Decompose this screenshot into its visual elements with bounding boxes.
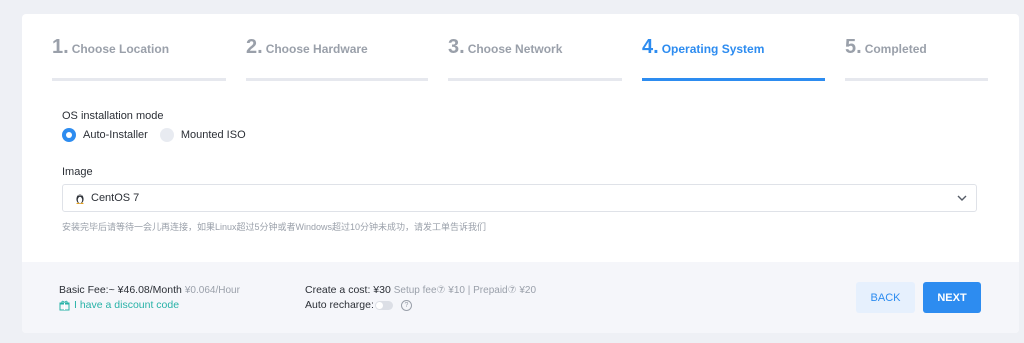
auto-recharge-toggle[interactable] bbox=[374, 300, 393, 310]
image-select-value: CentOS 7 bbox=[91, 192, 140, 204]
auto-recharge: Auto recharge: ? bbox=[305, 299, 412, 311]
step-label: Operating System bbox=[661, 42, 765, 56]
auto-recharge-label: Auto recharge: bbox=[305, 299, 374, 311]
step-operating-system[interactable]: 4. Operating System bbox=[642, 36, 825, 82]
step-bar bbox=[246, 78, 428, 81]
step-label: Completed bbox=[864, 42, 927, 56]
step-choose-hardware[interactable]: 2. Choose Hardware bbox=[246, 36, 428, 82]
step-completed[interactable]: 5. Completed bbox=[845, 36, 988, 82]
step-bar bbox=[448, 78, 622, 81]
step-number: 1. bbox=[52, 36, 69, 58]
footer-bar: Basic Fee:~ ¥46.08/Month ¥0.064/Hour I ha… bbox=[22, 262, 1019, 333]
step-bar bbox=[52, 78, 226, 81]
radio-mounted-iso-label[interactable]: Mounted ISO bbox=[181, 129, 246, 141]
step-indicator: 1. Choose Location 2. Choose Hardware 3. Ch… bbox=[52, 36, 988, 82]
step-number: 4. bbox=[642, 36, 659, 58]
step-number: 3. bbox=[448, 36, 465, 58]
step-label: Choose Network bbox=[467, 42, 563, 56]
image-select[interactable]: CentOS 7 bbox=[62, 184, 977, 212]
step-choose-location[interactable]: 1. Choose Location bbox=[52, 36, 226, 82]
discount-code-text[interactable]: I have a discount code bbox=[74, 299, 179, 311]
discount-code-link[interactable]: I have a discount code bbox=[59, 299, 179, 311]
step-label: Choose Location bbox=[71, 42, 170, 56]
radio-auto-installer[interactable] bbox=[62, 128, 76, 142]
step-number: 2. bbox=[246, 36, 263, 58]
basic-fee-hourly: ¥0.064/Hour bbox=[184, 285, 240, 296]
radio-auto-installer-label[interactable]: Auto-Installer bbox=[83, 129, 148, 141]
step-label: Choose Hardware bbox=[265, 42, 368, 56]
image-label: Image bbox=[62, 166, 93, 178]
help-icon[interactable]: ? bbox=[400, 299, 412, 311]
back-button[interactable]: BACK bbox=[856, 282, 915, 313]
gift-icon bbox=[59, 300, 70, 310]
create-cost: Create a cost: ¥30 Setup fee⑦ ¥10 | Prep… bbox=[305, 284, 536, 296]
create-cost-detail: Setup fee⑦ ¥10 | Prepaid⑦ ¥20 bbox=[393, 285, 537, 296]
os-mode-label: OS installation mode bbox=[62, 110, 164, 122]
tux-icon bbox=[76, 194, 84, 204]
basic-fee: Basic Fee:~ ¥46.08/Month ¥0.064/Hour bbox=[59, 284, 240, 296]
step-bar bbox=[845, 78, 988, 81]
step-choose-network[interactable]: 3. Choose Network bbox=[448, 36, 622, 82]
radio-mounted-iso[interactable] bbox=[159, 128, 174, 142]
os-mode-radio-group: Auto-Installer Mounted ISO bbox=[62, 127, 258, 143]
basic-fee-monthly: Basic Fee:~ ¥46.08/Month bbox=[59, 284, 182, 296]
next-button[interactable]: NEXT bbox=[923, 282, 981, 313]
wizard-card: 1. Choose Location 2. Choose Hardware 3. Ch… bbox=[22, 14, 1019, 333]
create-cost-total: Create a cost: ¥30 bbox=[305, 284, 391, 296]
chevron-down-icon[interactable] bbox=[956, 193, 968, 203]
step-number: 5. bbox=[845, 36, 862, 58]
step-bar-active bbox=[642, 78, 825, 81]
image-hint: 安装完毕后请等待一会儿再连接，如果Linux超过5分钟或者Windows超过10… bbox=[62, 222, 487, 232]
